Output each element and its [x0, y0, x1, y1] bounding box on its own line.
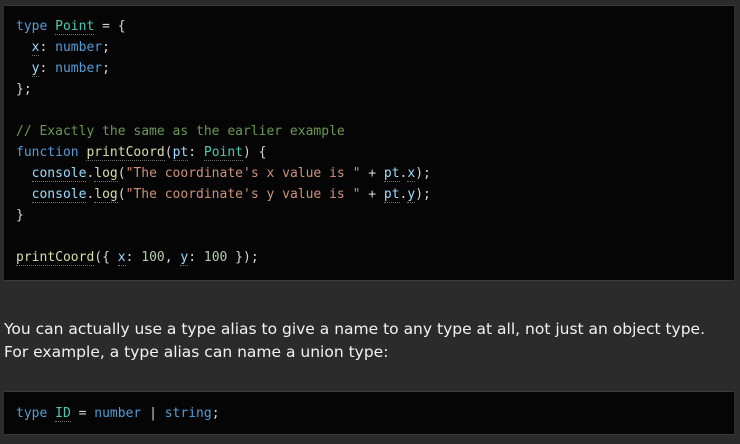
- parameter-identifier[interactable]: pt: [172, 145, 189, 161]
- code-text: = {: [94, 19, 126, 34]
- type-identifier[interactable]: Point: [203, 145, 244, 161]
- code-line: y: number;: [16, 60, 110, 78]
- function-identifier[interactable]: printCoord: [86, 145, 165, 161]
- code-text: :: [125, 250, 142, 265]
- code-block-union-type: type ID = number | string;: [4, 391, 734, 435]
- keyword: type: [16, 406, 48, 421]
- code-line: console.log("The coordinate's y value is…: [16, 186, 431, 204]
- code-text: );: [415, 166, 431, 181]
- code-line: };: [16, 82, 32, 97]
- code-text: );: [415, 187, 431, 202]
- code-text: :: [39, 40, 56, 55]
- code-line: type Point = {: [16, 18, 126, 36]
- code-text: (: [117, 187, 126, 202]
- body-paragraph: You can actually use a type alias to giv…: [4, 320, 706, 361]
- code-line: type ID = number | string;: [16, 405, 220, 423]
- code-text: ({: [94, 250, 118, 265]
- code-text: (: [164, 145, 173, 160]
- string-literal: "The coordinate's y value is ": [125, 187, 361, 202]
- method-identifier[interactable]: log: [94, 187, 118, 203]
- object-identifier[interactable]: pt: [383, 187, 400, 203]
- type-identifier[interactable]: ID: [55, 406, 71, 422]
- code-line: printCoord({ x: 100, y: 100 });: [16, 249, 259, 267]
- type-identifier[interactable]: Point: [55, 19, 95, 35]
- object-identifier[interactable]: pt: [383, 166, 400, 182]
- code-comment: // Exactly the same as the earlier examp…: [16, 124, 345, 139]
- code-text: ) {: [243, 145, 267, 160]
- object-identifier[interactable]: console: [31, 166, 87, 182]
- property-identifier[interactable]: x: [117, 250, 126, 266]
- type-keyword: number: [55, 61, 103, 76]
- code-text: |: [141, 406, 165, 421]
- string-literal: "The coordinate's x value is ": [125, 166, 361, 181]
- function-identifier[interactable]: printCoord: [16, 250, 95, 266]
- code-line: console.log("The coordinate's x value is…: [16, 165, 431, 183]
- keyword: function: [16, 145, 79, 160]
- number-literal: 100: [203, 250, 228, 265]
- method-identifier[interactable]: log: [94, 166, 118, 182]
- code-text: ;: [102, 40, 110, 55]
- code-line: function printCoord(pt: Point) {: [16, 144, 267, 162]
- code-text: });: [227, 250, 259, 265]
- code-text: +: [360, 187, 384, 202]
- type-keyword: number: [94, 406, 142, 421]
- keyword: type: [16, 19, 48, 34]
- code-text: :: [188, 145, 204, 160]
- type-keyword: string: [164, 406, 212, 421]
- code-text: ;: [102, 61, 110, 76]
- code-line: x: number;: [16, 39, 110, 57]
- code-text: :: [39, 61, 56, 76]
- object-identifier[interactable]: console: [31, 187, 87, 203]
- code-text: =: [70, 406, 95, 421]
- code-text: (: [117, 166, 126, 181]
- code-text: :: [188, 250, 204, 265]
- code-text: +: [360, 166, 384, 181]
- number-literal: 100: [141, 250, 165, 265]
- code-text: ,: [164, 250, 181, 265]
- type-keyword: number: [55, 40, 103, 55]
- code-text: ;: [211, 406, 220, 421]
- code-line: }: [16, 208, 24, 223]
- code-block-point-type: type Point = { x: number; y: number; }; …: [4, 5, 734, 281]
